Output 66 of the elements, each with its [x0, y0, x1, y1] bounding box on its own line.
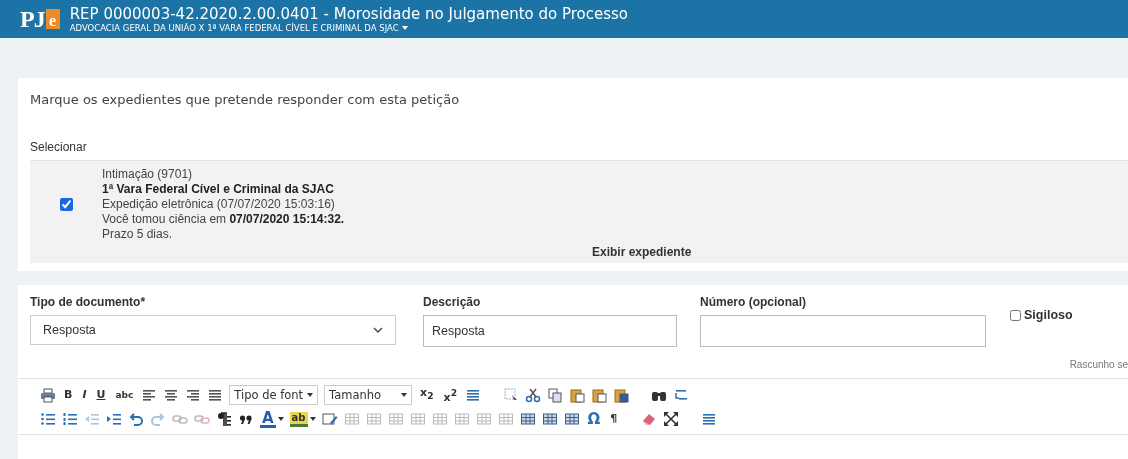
instruction-text: Marque os expedientes que pretende responder com esta petição	[30, 92, 461, 107]
field-label: Tipo de documento*	[30, 295, 147, 310]
scissors-icon[interactable]	[525, 387, 542, 403]
draft-status: Rascunho se	[1069, 359, 1128, 370]
confidential-checkbox[interactable]	[1010, 309, 1021, 321]
format-button[interactable]: ab	[289, 411, 308, 427]
table-cell-icon[interactable]	[475, 411, 492, 427]
confidential-label: Sigiloso	[1024, 308, 1073, 322]
edit-icon[interactable]	[321, 411, 338, 427]
caret-icon	[401, 26, 408, 30]
document-type-select[interactable]: Resposta	[30, 315, 396, 345]
font-dropdown[interactable]: Tipo de font	[229, 385, 319, 405]
caret-icon	[307, 393, 314, 397]
notice-line: Intimação (9701)	[102, 167, 194, 182]
caret-icon[interactable]	[309, 417, 316, 421]
printer-icon[interactable]	[40, 387, 56, 403]
description-field[interactable]: Resposta	[423, 315, 677, 347]
table-grid-icon[interactable]	[519, 411, 536, 427]
eraser-icon[interactable]	[641, 411, 658, 427]
align-center-icon[interactable]	[163, 387, 180, 403]
notice-line: Prazo 5 dias.	[102, 227, 174, 242]
align-right-icon[interactable]	[185, 387, 202, 403]
caret-icon	[401, 393, 408, 397]
indent-icon[interactable]	[106, 411, 122, 427]
format-button[interactable]: Ω	[585, 411, 603, 427]
format-button[interactable]: x$^{2}$	[441, 384, 460, 406]
format-button[interactable]: U	[94, 387, 108, 403]
format-button[interactable]: A	[260, 410, 276, 428]
paragraph-icon[interactable]	[216, 411, 232, 427]
table-grid-icon[interactable]	[541, 411, 558, 427]
table-cell-icon[interactable]	[453, 411, 470, 427]
notice-line: Expedição eletrônica (07/07/2020 15:03:16)	[102, 197, 336, 212]
caret-icon[interactable]	[277, 417, 284, 421]
notice-checkbox[interactable]	[59, 197, 73, 211]
notice-line: Você tomou ciência em 07/07/2020 15:14:32.	[102, 212, 346, 227]
format-button[interactable]: x$_{2}$	[418, 385, 436, 405]
format-lines-icon[interactable]	[465, 387, 482, 403]
paste-text-icon[interactable]	[591, 387, 608, 403]
format-lines-icon[interactable]	[701, 411, 718, 427]
table-cell-icon[interactable]	[497, 411, 514, 427]
chevron-icon	[373, 327, 383, 333]
justify-icon[interactable]	[207, 387, 224, 403]
paste-word-icon[interactable]	[613, 387, 630, 403]
paste-icon[interactable]	[569, 387, 586, 403]
notice-line: 1ª Vara Federal Cível e Criminal da SJAC	[102, 182, 335, 197]
align-left-icon[interactable]	[141, 387, 158, 403]
numbered-list-icon[interactable]	[62, 411, 78, 427]
app-logo: PJ e	[20, 5, 60, 33]
format-button[interactable]: abc	[113, 387, 136, 403]
bulleted-list-icon[interactable]	[40, 411, 56, 427]
font-dropdown[interactable]: Tamanho	[324, 385, 413, 405]
process-title: REP 0000003-42.2020.2.00.0401 - Morosidade no Julgamento do Processo	[69, 5, 629, 23]
copy-icon[interactable]	[547, 387, 564, 403]
format-button[interactable]: ¶	[608, 411, 620, 427]
view-notice-link[interactable]: Exibir expediente	[592, 245, 692, 259]
field-label: Descrição	[423, 295, 482, 310]
field-label: Número (opcional)	[700, 295, 807, 310]
undo-icon[interactable]	[128, 411, 144, 427]
select-all-icon[interactable]	[503, 387, 520, 403]
number-field[interactable]	[700, 315, 986, 347]
parties-dropdown[interactable]: ADVOCACIA GERAL DA UNIÃO X 1ª VARA FEDERAL CÍVEL E CRIMINAL DA SJAC	[69, 23, 629, 33]
select-label: Selecionar	[30, 140, 88, 154]
fullscreen-icon[interactable]	[663, 411, 680, 427]
table-grid-icon[interactable]	[563, 411, 580, 427]
format-button[interactable]: I	[80, 387, 89, 403]
format-button[interactable]: B	[62, 387, 75, 403]
